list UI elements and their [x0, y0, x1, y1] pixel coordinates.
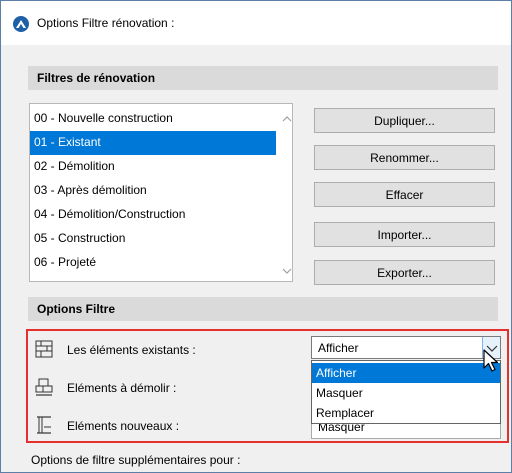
dropdown-item[interactable]: Masquer — [312, 383, 500, 403]
filter-list[interactable]: 00 - Nouvelle construction 01 - Existant… — [29, 103, 293, 282]
list-item[interactable]: 00 - Nouvelle construction — [30, 107, 276, 131]
options-section-header: Options Filtre — [28, 297, 498, 321]
dialog-title: Options Filtre rénovation : — [37, 16, 175, 30]
filters-section-header: Filtres de rénovation — [28, 66, 498, 90]
footer-text: Options de filtre supplémentaires pour : — [31, 453, 241, 467]
list-item-selected[interactable]: 01 - Existant — [30, 131, 276, 155]
duplicate-button[interactable]: Dupliquer... — [314, 108, 495, 133]
dropdown-item-selected[interactable]: Afficher — [312, 363, 500, 383]
list-item[interactable]: 02 - Démolition — [30, 155, 276, 179]
demolish-elements-icon — [35, 378, 53, 396]
delete-button[interactable]: Effacer — [314, 182, 495, 207]
options-dialog: Options Filtre rénovation : Filtres de r… — [0, 0, 512, 473]
list-item[interactable]: 05 - Construction — [30, 227, 276, 251]
new-elements-label: Eléments nouveaux : — [67, 419, 180, 433]
existing-elements-icon — [35, 340, 53, 358]
new-elements-icon — [37, 416, 51, 434]
existing-elements-value: Afficher — [318, 341, 359, 355]
scroll-up-icon[interactable] — [282, 114, 292, 124]
archicad-logo-icon — [13, 16, 29, 32]
list-item[interactable]: 06 - Projeté — [30, 251, 276, 275]
demolish-elements-label: Eléments à démolir : — [67, 381, 177, 395]
existing-elements-select[interactable]: Afficher — [311, 336, 501, 359]
list-item[interactable]: 03 - Après démolition — [30, 179, 276, 203]
dropdown-item[interactable]: Remplacer — [312, 403, 500, 423]
rename-button[interactable]: Renommer... — [314, 145, 495, 170]
title-bar: Options Filtre rénovation : — [1, 1, 511, 45]
mouse-cursor-icon — [483, 349, 499, 372]
dropdown-list[interactable]: Afficher Masquer Remplacer — [311, 360, 501, 424]
export-button[interactable]: Exporter... — [314, 260, 495, 285]
list-item[interactable]: 04 - Démolition/Construction — [30, 203, 276, 227]
import-button[interactable]: Importer... — [314, 222, 495, 247]
existing-elements-label: Les éléments existants : — [67, 343, 196, 357]
scroll-down-icon[interactable] — [282, 266, 292, 276]
